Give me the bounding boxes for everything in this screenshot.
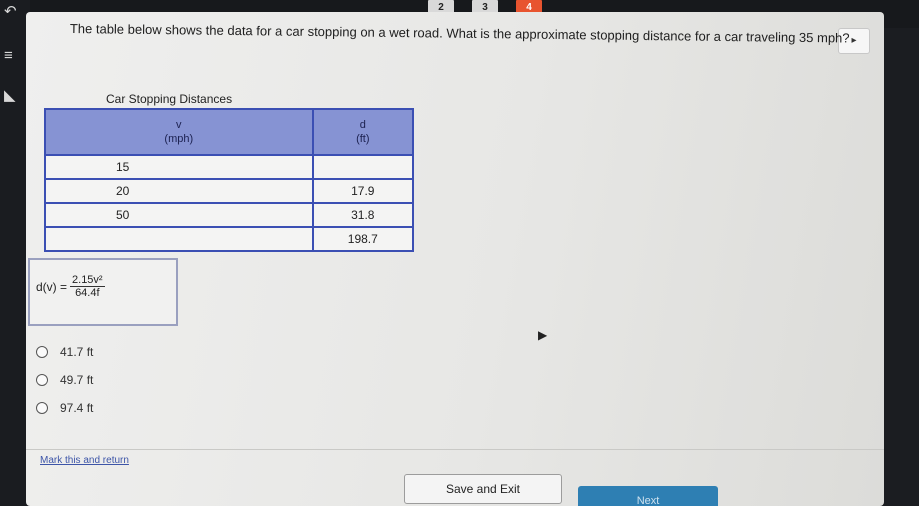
formula-fraction: 2.15v² 64.4f — [70, 274, 105, 299]
table-header-row: v (mph) d (ft) — [44, 108, 415, 156]
option-label: 49.7 ft — [60, 373, 94, 387]
option-label: 97.4 ft — [60, 401, 94, 415]
footer-divider — [26, 449, 884, 450]
formula-denominator: 64.4f — [75, 287, 100, 299]
mark-and-return-link[interactable]: Mark this and return — [40, 455, 129, 466]
mouse-cursor-icon: ▶ — [538, 328, 548, 342]
answer-option-2[interactable]: 49.7 ft — [36, 366, 93, 394]
table-row: 15 — [44, 154, 415, 180]
table-caption: Car Stopping Distances — [106, 92, 233, 106]
question-text: The table below shows the data for a car… — [69, 20, 850, 46]
back-icon[interactable]: ◣ — [4, 88, 16, 103]
answer-option-1[interactable]: 41.7 ft — [36, 338, 93, 366]
question-panel: ▸ The table below shows the data for a c… — [26, 12, 884, 506]
stopping-distance-formula: d(v) = 2.15v² 64.4f — [36, 274, 105, 299]
table-cell — [311, 154, 415, 180]
formula-numerator: 2.15v² — [70, 274, 105, 287]
radio-button[interactable] — [36, 402, 48, 414]
table-cell: 15 — [44, 154, 314, 180]
undo-icon[interactable]: ↶ — [4, 4, 17, 19]
next-button[interactable]: Next — [578, 486, 718, 506]
header-speed: v (mph) — [44, 108, 314, 156]
radio-button[interactable] — [36, 346, 48, 358]
formula-lhs: d(v) = — [36, 279, 68, 294]
option-label: 41.7 ft — [60, 345, 94, 359]
stopping-distance-table: v (mph) d (ft) 15 20 17.9 50 31.8 198.7 — [44, 108, 415, 252]
menu-icon[interactable]: ≡ — [4, 48, 13, 63]
answer-option-3[interactable]: 97.4 ft — [36, 394, 93, 422]
table-cell: 198.7 — [311, 226, 415, 252]
table-row: 50 31.8 — [44, 202, 415, 228]
formula-box: d(v) = 2.15v² 64.4f — [28, 258, 178, 326]
table-row: 20 17.9 — [44, 178, 415, 204]
radio-button[interactable] — [36, 374, 48, 386]
table-row: 198.7 — [44, 226, 415, 252]
header-distance: d (ft) — [311, 108, 415, 156]
table-cell: 17.9 — [311, 178, 415, 204]
save-and-exit-button[interactable]: Save and Exit — [404, 474, 562, 504]
table-cell: 50 — [44, 202, 314, 228]
table-cell: 31.8 — [311, 202, 415, 228]
table-cell: 20 — [44, 178, 314, 204]
table-cell — [44, 226, 314, 252]
answer-options: 41.7 ft 49.7 ft 97.4 ft — [36, 338, 93, 422]
stopping-table-block: Car Stopping Distances v (mph) d (ft) 15… — [44, 92, 415, 252]
